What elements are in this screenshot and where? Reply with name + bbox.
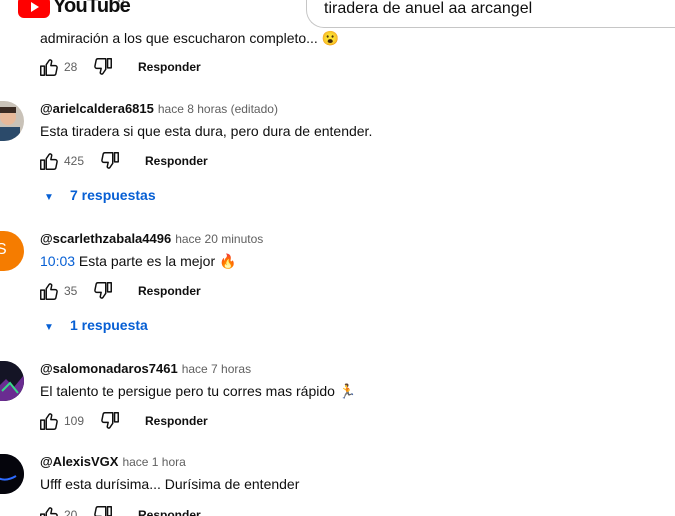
chevron-down-icon: ▼ <box>44 322 54 333</box>
masthead: YouTube VE tiradera de anuel aa arcangel <box>0 0 675 28</box>
dislike-icon[interactable] <box>92 280 114 302</box>
like-icon[interactable] <box>38 504 60 516</box>
comment-author[interactable]: @salomonadaros7461 <box>40 361 178 376</box>
comment-text-rest: Esta parte es la mejor 🔥 <box>75 253 237 269</box>
like-count: 425 <box>64 154 85 168</box>
dislike-icon[interactable] <box>99 410 121 432</box>
country-code: VE <box>116 0 128 4</box>
reply-button[interactable]: Responder <box>138 284 201 298</box>
comment-time[interactable]: hace 7 horas <box>182 362 251 376</box>
youtube-logo[interactable]: YouTube <box>18 0 131 18</box>
replies-count-label: 1 respuesta <box>70 317 148 333</box>
comment-text: El talento te persigue pero tu corres ma… <box>40 383 357 399</box>
comment-header: @AlexisVGX hace 1 hora <box>40 454 186 469</box>
like-count: 35 <box>64 284 78 298</box>
comment-time[interactable]: hace 1 hora <box>122 455 185 469</box>
comment-author[interactable]: @AlexisVGX <box>40 454 118 469</box>
avatar[interactable]: S <box>0 231 24 271</box>
like-count: 28 <box>64 60 78 74</box>
comment-actions: 20 Responder <box>38 504 338 516</box>
dislike-icon[interactable] <box>92 504 114 516</box>
avatar[interactable] <box>0 361 24 401</box>
dislike-icon[interactable] <box>99 150 121 172</box>
comment-text: Esta tiradera si que esta dura, pero dur… <box>40 123 373 139</box>
avatar[interactable] <box>0 454 24 494</box>
search-box[interactable]: tiradera de anuel aa arcangel <box>306 0 675 28</box>
comment-text: Ufff esta durísima... Durísima de entend… <box>40 476 300 492</box>
reply-button[interactable]: Responder <box>138 508 201 516</box>
comment-actions: 35 Responder <box>38 280 338 304</box>
partial-comment-text: admiración a los que escucharon completo… <box>40 30 340 46</box>
reply-button[interactable]: Responder <box>138 60 201 74</box>
avatar[interactable] <box>0 101 24 141</box>
comment-time[interactable]: hace 20 minutos <box>175 232 263 246</box>
comment-time[interactable]: hace 8 horas (editado) <box>158 102 278 116</box>
like-icon[interactable] <box>38 150 60 172</box>
youtube-comments-page: YouTube VE tiradera de anuel aa arcangel… <box>0 0 675 516</box>
comment-author[interactable]: @arielcaldera6815 <box>40 101 154 116</box>
comment-header: @arielcaldera6815 hace 8 horas (editado) <box>40 101 278 116</box>
reply-button[interactable]: Responder <box>145 414 208 428</box>
comment-actions: 425 Responder <box>38 150 338 174</box>
comment-actions: 109 Responder <box>38 410 338 434</box>
search-input[interactable]: tiradera de anuel aa arcangel <box>324 0 532 18</box>
chevron-down-icon: ▼ <box>44 192 54 203</box>
replies-count-label: 7 respuestas <box>70 187 156 203</box>
like-icon[interactable] <box>38 280 60 302</box>
video-timestamp-link[interactable]: 10:03 <box>40 253 75 269</box>
like-icon[interactable] <box>38 56 60 78</box>
like-icon[interactable] <box>38 410 60 432</box>
comment-author[interactable]: @scarlethzabala4496 <box>40 231 171 246</box>
comment-header: @scarlethzabala4496 hace 20 minutos <box>40 231 263 246</box>
view-replies-button[interactable]: ▼ 1 respuesta <box>44 317 148 333</box>
view-replies-button[interactable]: ▼ 7 respuestas <box>44 187 156 203</box>
like-count: 109 <box>64 414 85 428</box>
like-count: 20 <box>64 508 78 516</box>
comment-text: 10:03 Esta parte es la mejor 🔥 <box>40 253 236 270</box>
avatar-letter: S <box>0 241 7 258</box>
partial-comment-actions: 28 Responder <box>38 56 338 80</box>
reply-button[interactable]: Responder <box>145 154 208 168</box>
dislike-icon[interactable] <box>92 56 114 78</box>
comment-header: @salomonadaros7461 hace 7 horas <box>40 361 251 376</box>
youtube-play-icon <box>18 0 50 18</box>
